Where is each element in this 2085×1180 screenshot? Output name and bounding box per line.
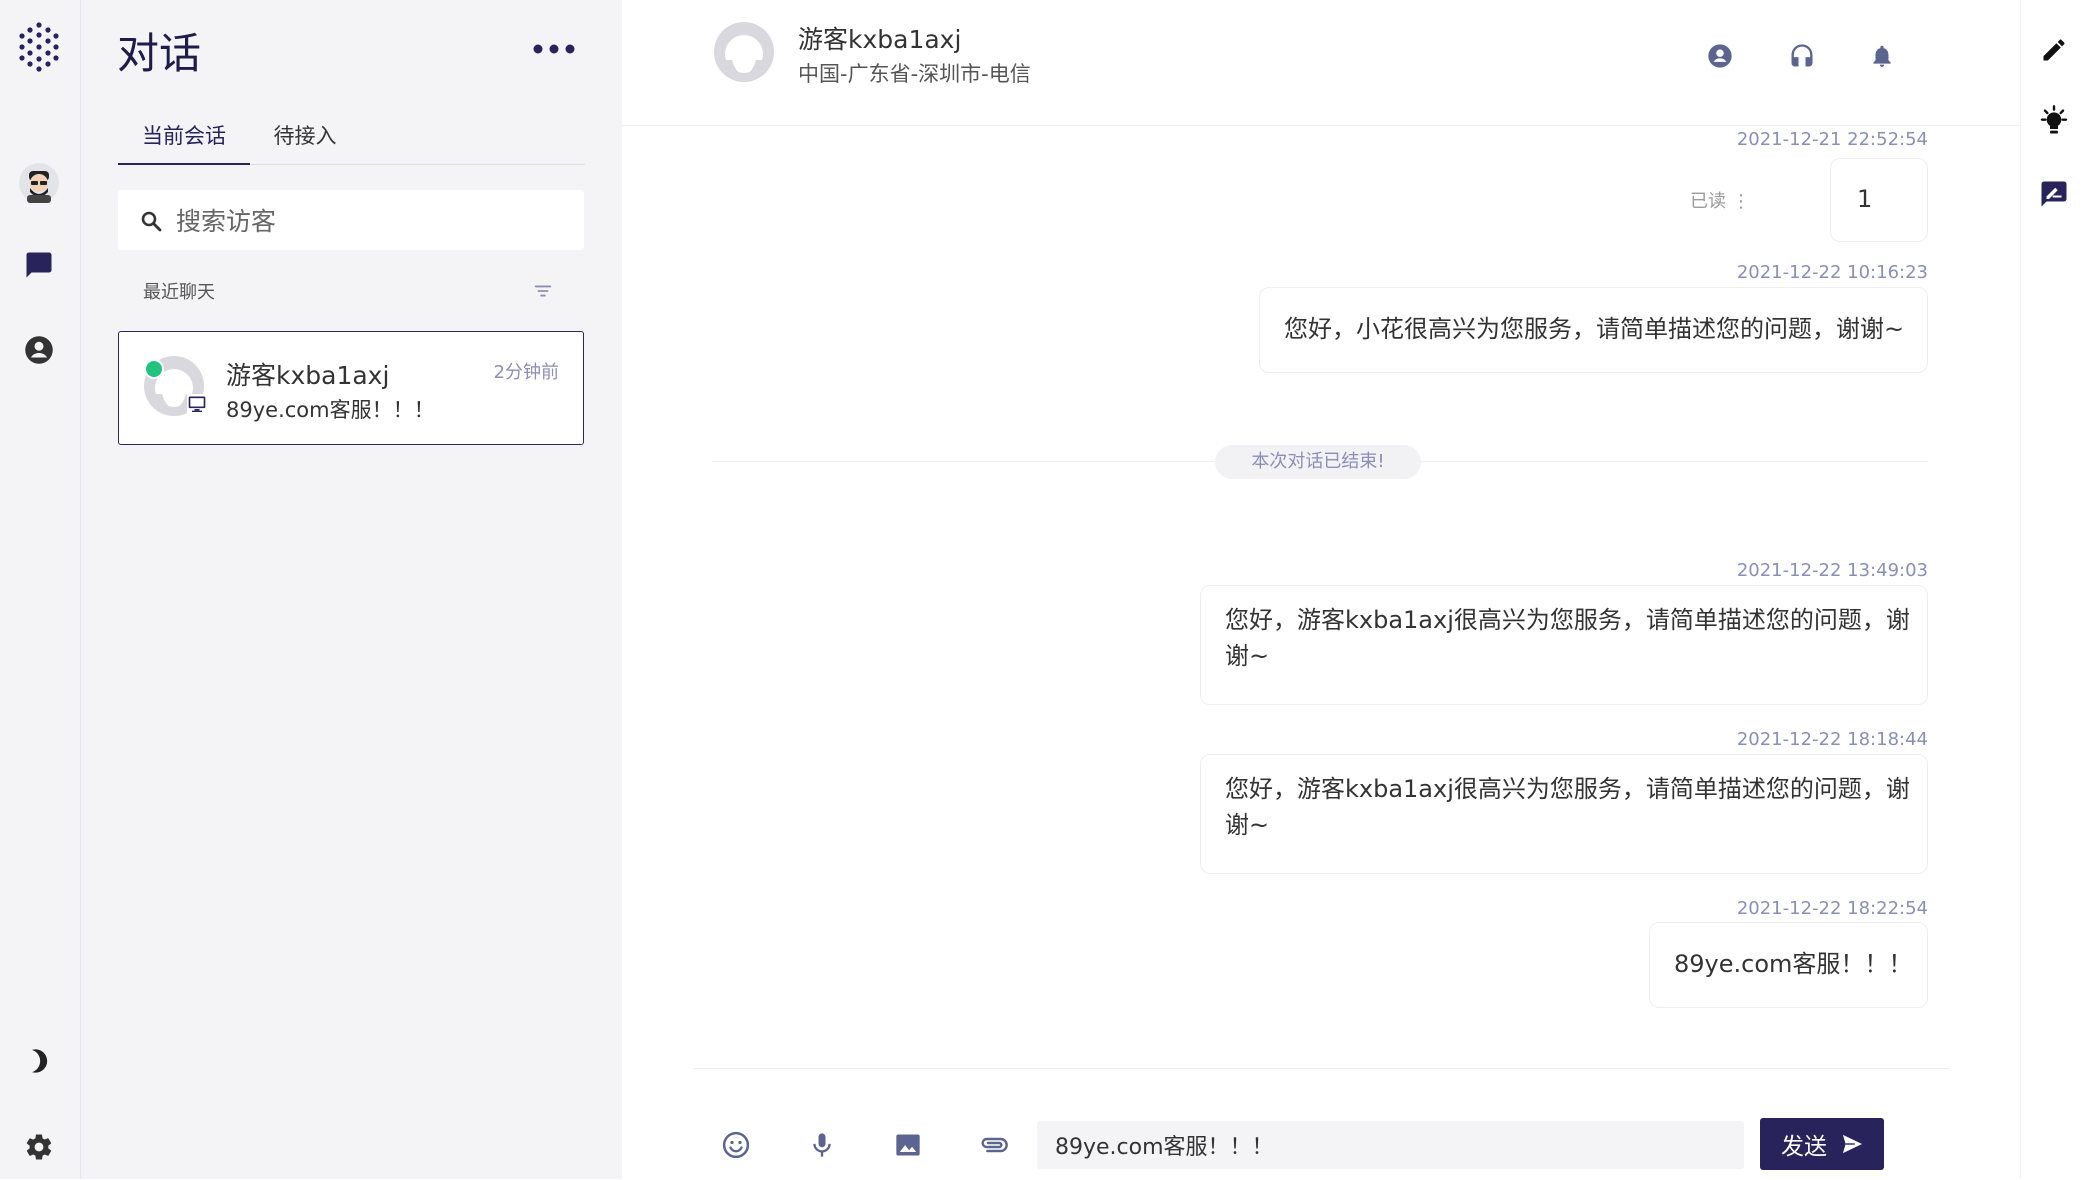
desktop-icon bbox=[187, 394, 207, 414]
message-timestamp: 2021-12-22 10:16:23 bbox=[1736, 262, 1928, 283]
visitor-avatar bbox=[712, 20, 776, 84]
message-text-line: 谢~ bbox=[1225, 811, 1270, 839]
message-timestamp: 2021-12-22 18:18:44 bbox=[1736, 729, 1928, 750]
message-bubble: 您好，游客kxba1axj很高兴为您服务，请简单描述您的问题，谢 谢~ bbox=[1200, 585, 1928, 705]
message-list: 2021-12-21 22:52:54 已读 ⋮ 1 2021-12-22 10:… bbox=[622, 125, 2020, 1068]
message-bubble: 89ye.com客服！！！ bbox=[1649, 922, 1928, 1008]
recent-chats-label: 最近聊天 bbox=[143, 282, 215, 303]
panel-title: 对话 bbox=[117, 29, 202, 78]
bell-icon[interactable] bbox=[1864, 38, 1900, 74]
message-bubble: 您好，小花很高兴为您服务，请简单描述您的问题，谢谢~ bbox=[1259, 287, 1928, 373]
online-status-indicator bbox=[144, 359, 164, 379]
visitor-name: 游客kxba1axj bbox=[798, 25, 962, 54]
edit-icon[interactable] bbox=[2036, 32, 2072, 68]
headset-icon[interactable] bbox=[1784, 38, 1820, 74]
message-composer: 发送 bbox=[694, 1068, 1950, 1180]
message-read-status[interactable]: 已读 ⋮ bbox=[1660, 187, 1750, 213]
attachment-icon[interactable] bbox=[976, 1127, 1012, 1163]
visitor-location: 中国-广东省-深圳市-电信 bbox=[798, 62, 1031, 86]
conversation-panel: 对话 当前会话 待接入 最近聊天 游客kxba1axj 2分钟前 bbox=[81, 0, 622, 1179]
send-icon bbox=[1842, 1134, 1862, 1154]
chat-header: 游客kxba1axj 中国-广东省-深圳市-电信 bbox=[622, 0, 2020, 126]
search-icon bbox=[139, 209, 163, 233]
message-bubble: 您好，游客kxba1axj很高兴为您服务，请简单描述您的问题，谢 谢~ bbox=[1200, 754, 1928, 874]
icon-rail bbox=[0, 0, 81, 1179]
agent-avatar-icon[interactable] bbox=[14, 158, 64, 208]
message-text-line: 谢~ bbox=[1225, 642, 1270, 670]
right-toolbar bbox=[2020, 0, 2085, 1179]
conversation-ended-notice: 本次对话已结束! bbox=[1215, 445, 1421, 479]
lightbulb-icon[interactable] bbox=[2036, 103, 2072, 139]
conversation-last-message: 89ye.com客服！！！ bbox=[226, 398, 435, 422]
filter-icon[interactable] bbox=[532, 280, 556, 304]
emoji-icon[interactable] bbox=[718, 1127, 754, 1163]
conversation-time: 2分钟前 bbox=[493, 362, 559, 383]
dark-mode-icon[interactable] bbox=[14, 1036, 64, 1086]
more-vertical-icon: ⋮ bbox=[1732, 191, 1750, 212]
app-logo-icon[interactable] bbox=[14, 22, 64, 72]
quick-reply-icon[interactable] bbox=[2036, 176, 2072, 212]
message-input[interactable] bbox=[1037, 1121, 1744, 1169]
message-bubble: 1 bbox=[1830, 158, 1928, 242]
search-box bbox=[118, 190, 584, 250]
visitor-info-icon[interactable] bbox=[1702, 38, 1738, 74]
send-button[interactable]: 发送 bbox=[1760, 1118, 1884, 1170]
search-input[interactable] bbox=[174, 200, 578, 242]
conversation-name: 游客kxba1axj bbox=[226, 361, 390, 390]
conversation-tabs: 当前会话 待接入 bbox=[118, 118, 585, 165]
send-button-label: 发送 bbox=[1781, 1134, 1827, 1160]
read-status-label: 已读 bbox=[1690, 191, 1726, 212]
message-timestamp: 2021-12-21 22:52:54 bbox=[1736, 129, 1928, 150]
message-timestamp: 2021-12-22 13:49:03 bbox=[1736, 560, 1928, 581]
more-options-button[interactable] bbox=[529, 34, 579, 64]
chat-area: 游客kxba1axj 中国-广东省-深圳市-电信 2021-12-21 22:5… bbox=[622, 0, 2020, 1179]
message-text-line: 您好，游客kxba1axj很高兴为您服务，请简单描述您的问题，谢 bbox=[1225, 775, 1910, 803]
microphone-icon[interactable] bbox=[804, 1127, 840, 1163]
account-icon[interactable] bbox=[14, 325, 64, 375]
chat-icon[interactable] bbox=[14, 240, 64, 290]
message-timestamp: 2021-12-22 18:22:54 bbox=[1736, 898, 1928, 919]
settings-icon[interactable] bbox=[14, 1122, 64, 1172]
message-text-line: 您好，游客kxba1axj很高兴为您服务，请简单描述您的问题，谢 bbox=[1225, 606, 1910, 634]
tab-current-sessions[interactable]: 当前会话 bbox=[118, 118, 250, 165]
image-icon[interactable] bbox=[890, 1127, 926, 1163]
more-horizontal-icon bbox=[533, 44, 575, 54]
conversation-item[interactable]: 游客kxba1axj 2分钟前 89ye.com客服！！！ bbox=[118, 331, 584, 445]
tab-pending[interactable]: 待接入 bbox=[250, 118, 360, 163]
